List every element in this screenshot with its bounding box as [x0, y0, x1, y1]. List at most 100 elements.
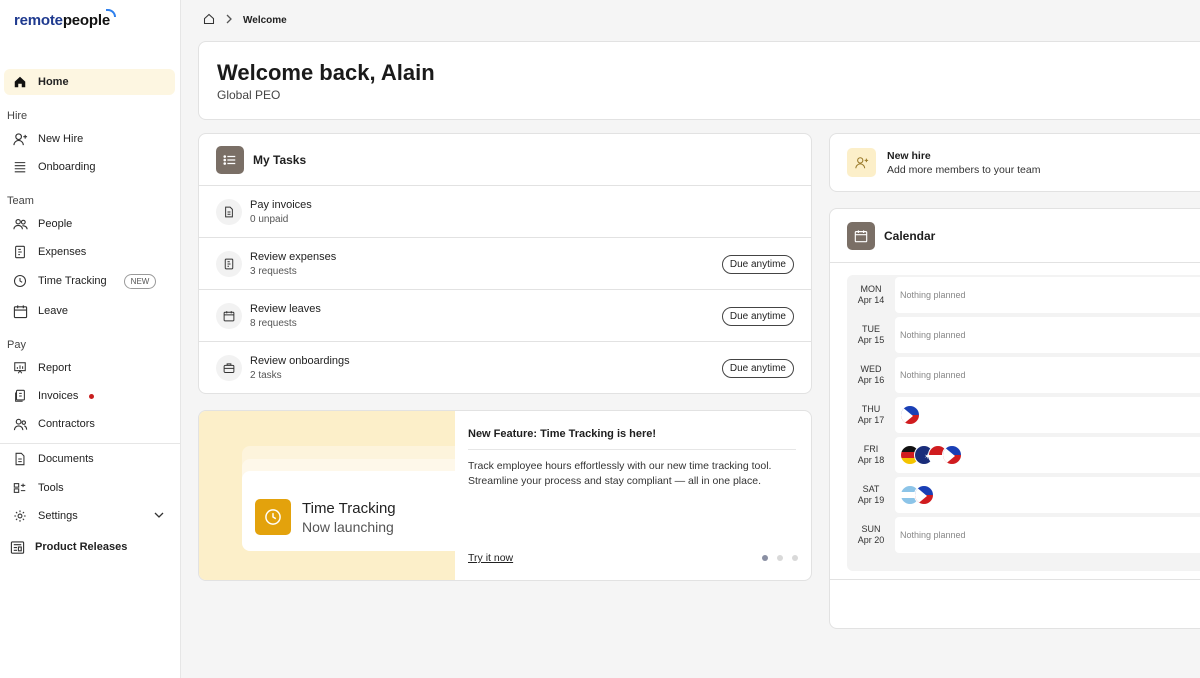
- briefcase-icon: [216, 355, 242, 381]
- invoice-icon: [12, 388, 28, 404]
- calendar-row: THU Apr 17: [847, 395, 1200, 435]
- task-subtitle: 2 tasks: [250, 370, 282, 381]
- preview-title: Time Tracking: [302, 500, 396, 517]
- sidebar-item-people[interactable]: People: [4, 211, 175, 237]
- calendar-row: FRI Apr 18: [847, 435, 1200, 475]
- sidebar-item-expenses[interactable]: Expenses: [4, 239, 175, 265]
- calendar-row: SAT Apr 19: [847, 475, 1200, 515]
- time-tracking-preview-card: Time Tracking Now launching: [242, 471, 455, 551]
- task-subtitle: 3 requests: [250, 265, 297, 277]
- invoice-icon: [216, 198, 242, 225]
- feature-title: New Feature: Time Tracking is here!: [468, 428, 657, 440]
- day-name: SAT: [862, 484, 880, 494]
- day-slot[interactable]: Nothing planned: [895, 317, 1200, 353]
- day-name: FRI: [863, 444, 879, 454]
- sidebar-item-label: People: [38, 218, 73, 230]
- page-subtitle: Global PEO: [217, 88, 281, 102]
- feature-announcement-card: Time Tracking Now launching New Feature:…: [198, 410, 812, 581]
- day-slot[interactable]: [895, 437, 1200, 473]
- task-title: Review leaves: [250, 302, 321, 315]
- feature-description: Track employee hours effortlessly with o…: [468, 460, 772, 487]
- new-badge: NEW: [123, 273, 157, 289]
- calendar-row: WED Apr 16 Nothing planned: [847, 355, 1200, 395]
- philippines-flag-icon[interactable]: [942, 445, 962, 465]
- tasks-header: My Tasks: [199, 134, 811, 186]
- calendar-list: MON Apr 14 Nothing planned TUE Apr 15 Noth…: [847, 275, 1200, 555]
- sidebar-item-report[interactable]: Report: [4, 355, 175, 381]
- sidebar-item-documents[interactable]: Documents: [4, 446, 175, 472]
- receipt-icon: [12, 244, 28, 260]
- tools-icon: [12, 480, 28, 496]
- calendar-row: SUN Apr 20 Nothing planned: [847, 515, 1200, 555]
- carousel-dot[interactable]: [792, 555, 798, 561]
- sidebar-item-label: Documents: [38, 453, 94, 465]
- day-slot[interactable]: [895, 397, 1200, 433]
- sidebar-item-product-releases[interactable]: Product Releases: [1, 534, 172, 560]
- sidebar-item-leave[interactable]: Leave: [4, 298, 175, 324]
- day-slot[interactable]: Nothing planned: [895, 357, 1200, 393]
- carousel-dot-active[interactable]: [762, 555, 768, 561]
- day-date: Apr 20: [857, 535, 885, 545]
- sidebar-section-hire: Hire: [7, 110, 28, 122]
- sidebar-section-pay: Pay: [7, 339, 26, 351]
- sidebar-item-label: Product Releases: [35, 541, 128, 553]
- task-subtitle: 8 requests: [250, 317, 297, 329]
- try-it-now-link[interactable]: Try it now: [468, 552, 513, 564]
- receipt-icon: [216, 250, 242, 277]
- add-user-icon: [12, 131, 28, 147]
- sidebar-item-label: Tools: [38, 482, 64, 494]
- breadcrumb: Welcome: [203, 12, 287, 28]
- task-row[interactable]: Review leaves 8 requests Due anytime: [199, 290, 811, 342]
- logo-text-remote: remote: [14, 12, 63, 29]
- newspaper-icon: [9, 539, 25, 555]
- task-row[interactable]: Review onboardings 2 tasks Due anytime: [199, 342, 811, 393]
- sidebar-divider: [0, 443, 181, 444]
- day-name: THU: [861, 404, 881, 414]
- remote-people-logo[interactable]: remotepeople: [14, 9, 116, 29]
- new-hire-subtitle: Add more members to your team: [887, 164, 1041, 176]
- day-date: Apr 18: [857, 455, 885, 465]
- day-slot[interactable]: [895, 477, 1200, 513]
- task-row[interactable]: Pay invoices 0 unpaid: [199, 186, 811, 238]
- sidebar-item-label: Leave: [38, 305, 68, 317]
- sidebar-item-contractors[interactable]: Contractors: [4, 411, 175, 437]
- calendar-title: Calendar: [884, 228, 936, 243]
- home-icon[interactable]: [203, 13, 215, 28]
- document-icon: [12, 451, 28, 467]
- calendar-footer-divider: [830, 579, 1200, 580]
- calendar-row: MON Apr 14 Nothing planned: [847, 275, 1200, 315]
- calendar-icon: [847, 221, 875, 250]
- carousel-dot[interactable]: [777, 555, 783, 561]
- sidebar-item-invoices[interactable]: Invoices: [4, 383, 175, 409]
- task-title: Review onboardings: [250, 355, 350, 367]
- philippines-flag-icon[interactable]: [900, 405, 920, 425]
- day-date: Apr 17: [857, 415, 885, 425]
- sidebar-item-label: Report: [38, 362, 72, 374]
- flag-group: [900, 485, 934, 505]
- task-row[interactable]: Review expenses 3 requests Due anytime: [199, 238, 811, 290]
- sidebar-item-home[interactable]: Home: [4, 69, 175, 95]
- sidebar-item-label: Onboarding: [38, 161, 96, 173]
- task-title: Pay invoices: [250, 198, 312, 211]
- new-hire-card[interactable]: New hire Add more members to your team: [829, 133, 1200, 192]
- sidebar-section-team: Team: [7, 195, 34, 207]
- day-slot[interactable]: Nothing planned: [895, 517, 1200, 553]
- philippines-flag-icon[interactable]: [914, 485, 934, 505]
- sidebar-item-new-hire[interactable]: New Hire: [4, 126, 175, 152]
- chevron-down-icon[interactable]: [153, 509, 165, 524]
- task-subtitle: 0 unpaid: [250, 213, 289, 225]
- sidebar: remotepeople Home Hire New Hire Onboardi…: [0, 0, 181, 678]
- page-title: Welcome back, Alain: [217, 60, 435, 85]
- sidebar-item-time-tracking[interactable]: Time Tracking NEW: [4, 268, 175, 294]
- sidebar-item-onboarding[interactable]: Onboarding: [4, 154, 175, 180]
- sidebar-item-tools[interactable]: Tools: [4, 475, 175, 501]
- day-date: Apr 16: [857, 375, 885, 385]
- sidebar-item-settings[interactable]: Settings: [4, 503, 175, 529]
- contractors-icon: [12, 416, 28, 432]
- home-icon: [12, 74, 28, 90]
- task-list-icon: [216, 145, 244, 174]
- sidebar-item-label: Invoices: [38, 390, 79, 402]
- day-slot[interactable]: Nothing planned: [895, 277, 1200, 313]
- notification-dot: [89, 393, 95, 399]
- clock-icon: [255, 499, 291, 535]
